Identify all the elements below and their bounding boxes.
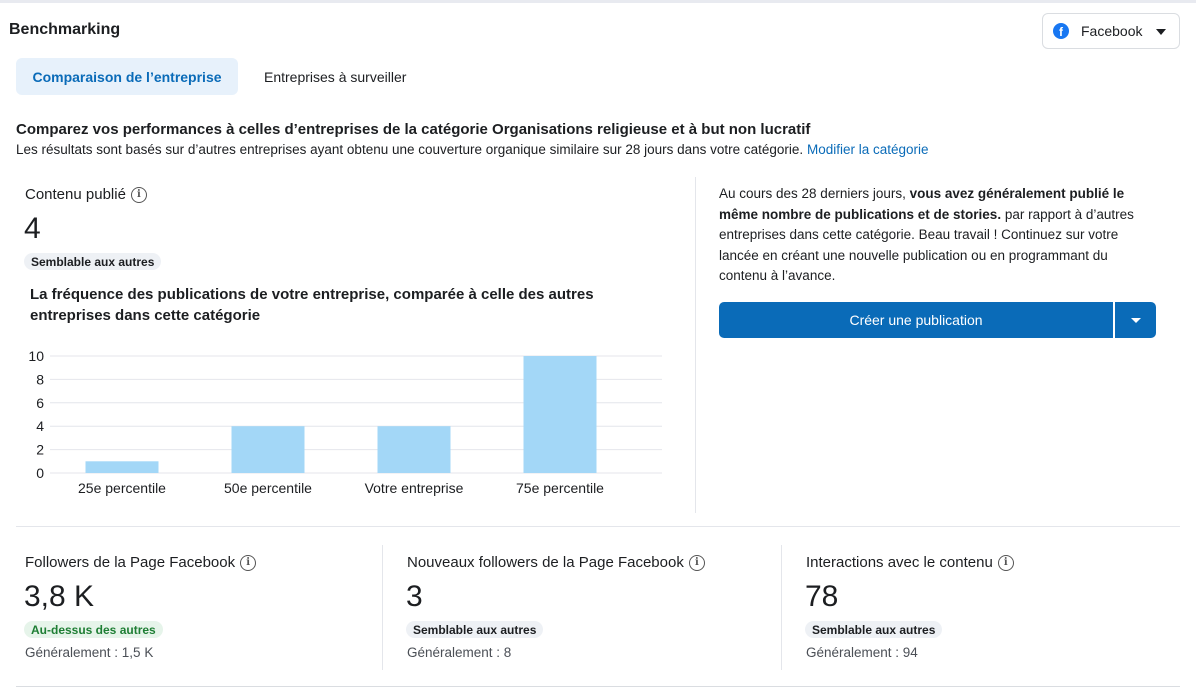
chevron-down-icon: [1130, 317, 1141, 323]
edit-category-link[interactable]: Modifier la catégorie: [807, 142, 929, 157]
status-badge: Au-dessus des autres: [24, 621, 163, 638]
metric-label-text: Nouveaux followers de la Page Facebook: [407, 554, 684, 571]
info-icon[interactable]: i: [997, 554, 1014, 571]
tab-business-comparison[interactable]: Comparaison de l’entreprise: [16, 58, 238, 95]
y-tick-label: 4: [36, 418, 44, 434]
chart-title: La fréquence des publications de votre e…: [30, 286, 594, 324]
tab-businesses-to-watch[interactable]: Entreprises à surveiller: [264, 58, 406, 95]
platform-label: Facebook: [1081, 23, 1143, 39]
platform-dropdown[interactable]: f Facebook: [1042, 13, 1180, 49]
y-tick-label: 10: [28, 348, 44, 364]
metric-new-followers-label: Nouveaux followers de la Page Facebook i: [407, 554, 705, 571]
metric-typical-value: Généralement : 1,5 K: [25, 645, 154, 660]
page-title: Benchmarking: [9, 21, 121, 38]
y-tick-label: 8: [36, 371, 44, 387]
y-tick-label: 6: [36, 395, 44, 411]
section-divider: [16, 526, 1180, 527]
metric-interactions-label: Interactions avec le contenu i: [806, 554, 1014, 571]
metric-page-followers-label: Followers de la Page Facebook i: [25, 554, 257, 571]
info-icon[interactable]: i: [688, 554, 705, 571]
metric-label-text: Interactions avec le contenu: [806, 554, 993, 571]
create-post-button[interactable]: Créer une publication: [719, 302, 1113, 338]
bar[interactable]: [231, 426, 305, 473]
bar[interactable]: [523, 356, 597, 473]
insight-prefix: Au cours des 28 derniers jours,: [719, 186, 910, 201]
bar[interactable]: [377, 426, 451, 473]
status-badge: Semblable aux autres: [805, 621, 943, 638]
bar[interactable]: [85, 461, 159, 473]
chevron-down-icon: [1156, 29, 1166, 35]
x-tick-label: 75e percentile: [516, 480, 604, 496]
column-divider: [382, 545, 383, 670]
info-icon[interactable]: i: [240, 554, 257, 571]
content-published-value: 4: [24, 212, 41, 245]
content-published-label-text: Contenu publié: [25, 186, 126, 203]
content-published-label: Contenu publié i: [25, 186, 147, 203]
metric-interactions-value: 78: [805, 580, 839, 613]
x-tick-label: 50e percentile: [224, 480, 312, 496]
status-badge: Semblable aux autres: [24, 253, 162, 270]
info-icon[interactable]: i: [130, 186, 147, 203]
subline-text: Les résultats sont basés sur d’autres en…: [16, 142, 804, 157]
metric-typical-value: Généralement : 8: [407, 645, 512, 660]
metric-typical-value: Généralement : 94: [806, 645, 918, 660]
comparison-headline: Comparez vos performances à celles d’ent…: [16, 121, 811, 138]
vertical-divider: [695, 177, 696, 513]
metric-new-followers-value: 3: [406, 580, 423, 613]
column-divider: [781, 545, 782, 670]
x-tick-label: 25e percentile: [78, 480, 166, 496]
create-post-dropdown-button[interactable]: [1115, 302, 1156, 338]
bottom-divider: [16, 686, 1180, 687]
posting-frequency-chart: 0 2 4 6 8 10 25e percentile 50e percentile Votre…: [28, 348, 662, 496]
facebook-icon: f: [1053, 23, 1069, 39]
status-badge: Semblable aux autres: [406, 621, 544, 638]
metric-label-text: Followers de la Page Facebook: [25, 554, 236, 571]
x-tick-label: Votre entreprise: [365, 480, 464, 496]
metric-page-followers-value: 3,8 K: [24, 580, 95, 613]
y-tick-label: 2: [36, 442, 44, 458]
y-tick-label: 0: [36, 465, 44, 481]
insight-text: Au cours des 28 derniers jours, vous ave…: [719, 184, 1159, 287]
top-border: [0, 0, 1196, 3]
comparison-subline: Les résultats sont basés sur d’autres en…: [16, 142, 929, 157]
